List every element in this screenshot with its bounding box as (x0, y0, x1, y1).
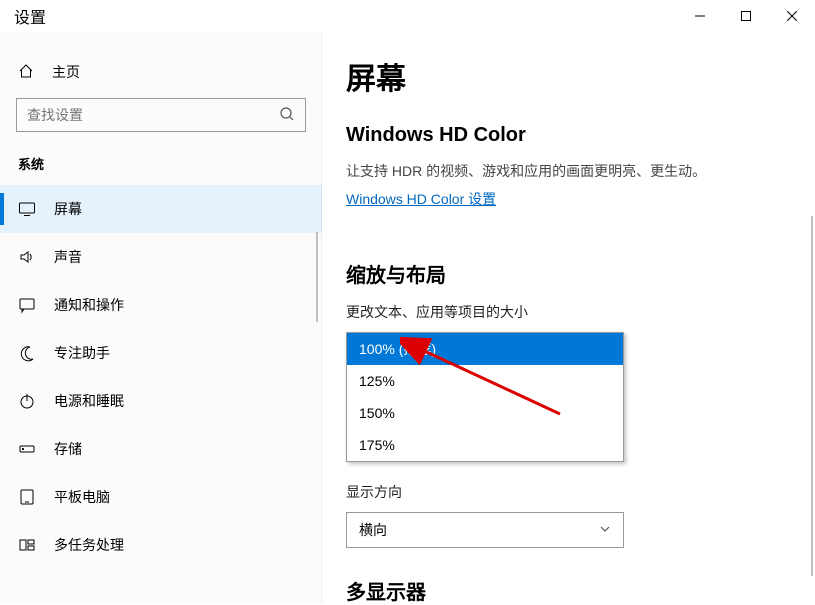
sidebar-item-label: 通知和操作 (54, 295, 124, 315)
multidisplay-heading: 多显示器 (346, 576, 815, 605)
home-link[interactable]: 主页 (0, 52, 322, 92)
sidebar: 主页 系统 屏幕 声音 (0, 32, 322, 603)
sidebar-item-display[interactable]: 屏幕 (0, 185, 322, 233)
multitask-icon (18, 536, 36, 554)
sidebar-item-label: 存储 (54, 439, 82, 459)
hdcolor-description: 让支持 HDR 的视频、游戏和应用的画面更明亮、更生动。 (346, 161, 815, 181)
close-button[interactable] (769, 0, 815, 32)
sidebar-item-multitask[interactable]: 多任务处理 (0, 521, 322, 569)
power-icon (18, 392, 36, 410)
scale-option-175[interactable]: 175% (347, 429, 623, 461)
sidebar-item-focus-assist[interactable]: 专注助手 (0, 329, 322, 377)
search-box[interactable] (16, 98, 306, 132)
sidebar-item-label: 平板电脑 (54, 487, 110, 507)
home-icon (18, 63, 36, 82)
chevron-down-icon (599, 522, 611, 538)
orientation-dropdown[interactable]: 横向 (346, 512, 624, 548)
scale-heading: 缩放与布局 (346, 259, 815, 288)
scale-section: 缩放与布局 更改文本、应用等项目的大小 100% (推荐) 125% 150% … (346, 259, 815, 548)
scale-option-125[interactable]: 125% (347, 365, 623, 397)
sidebar-item-label: 电源和睡眠 (54, 391, 124, 411)
message-icon (18, 296, 36, 314)
titlebar: 设置 (0, 0, 815, 32)
scale-size-label: 更改文本、应用等项目的大小 (346, 302, 815, 322)
scale-option-150[interactable]: 150% (347, 397, 623, 429)
sidebar-item-tablet[interactable]: 平板电脑 (0, 473, 322, 521)
page-title: 屏幕 (346, 54, 815, 98)
content-panel: 屏幕 Windows HD Color 让支持 HDR 的视频、游戏和应用的画面… (322, 32, 815, 603)
window-title: 设置 (14, 4, 46, 28)
speaker-icon (18, 248, 36, 266)
hdcolor-link[interactable]: Windows HD Color 设置 (346, 189, 496, 209)
sidebar-item-label: 屏幕 (54, 199, 82, 219)
sidebar-nav: 屏幕 声音 通知和操作 专注助手 (0, 185, 322, 569)
sidebar-scrollbar[interactable] (316, 232, 318, 322)
hdcolor-section: Windows HD Color 让支持 HDR 的视频、游戏和应用的画面更明亮… (346, 124, 815, 237)
orientation-label: 显示方向 (346, 482, 815, 502)
search-icon (279, 106, 295, 125)
orientation-value: 横向 (359, 520, 387, 540)
sidebar-item-sound[interactable]: 声音 (0, 233, 322, 281)
home-label: 主页 (52, 62, 80, 82)
scale-option-100[interactable]: 100% (推荐) (347, 333, 623, 365)
hdcolor-heading: Windows HD Color (346, 124, 815, 147)
tablet-icon (18, 488, 36, 506)
sidebar-item-storage[interactable]: 存储 (0, 425, 322, 473)
sidebar-item-label: 专注助手 (54, 343, 110, 363)
storage-icon (18, 440, 36, 458)
moon-icon (18, 344, 36, 362)
scale-dropdown[interactable]: 100% (推荐) 125% 150% 175% (346, 332, 624, 462)
content-scrollbar[interactable] (811, 216, 813, 576)
sidebar-section-title: 系统 (0, 150, 322, 185)
maximize-button[interactable] (723, 0, 769, 32)
sidebar-item-label: 声音 (54, 247, 82, 267)
minimize-button[interactable] (677, 0, 723, 32)
monitor-icon (18, 200, 36, 218)
sidebar-item-notifications[interactable]: 通知和操作 (0, 281, 322, 329)
sidebar-item-power-sleep[interactable]: 电源和睡眠 (0, 377, 322, 425)
sidebar-item-label: 多任务处理 (54, 535, 124, 555)
search-input[interactable] (27, 107, 279, 123)
